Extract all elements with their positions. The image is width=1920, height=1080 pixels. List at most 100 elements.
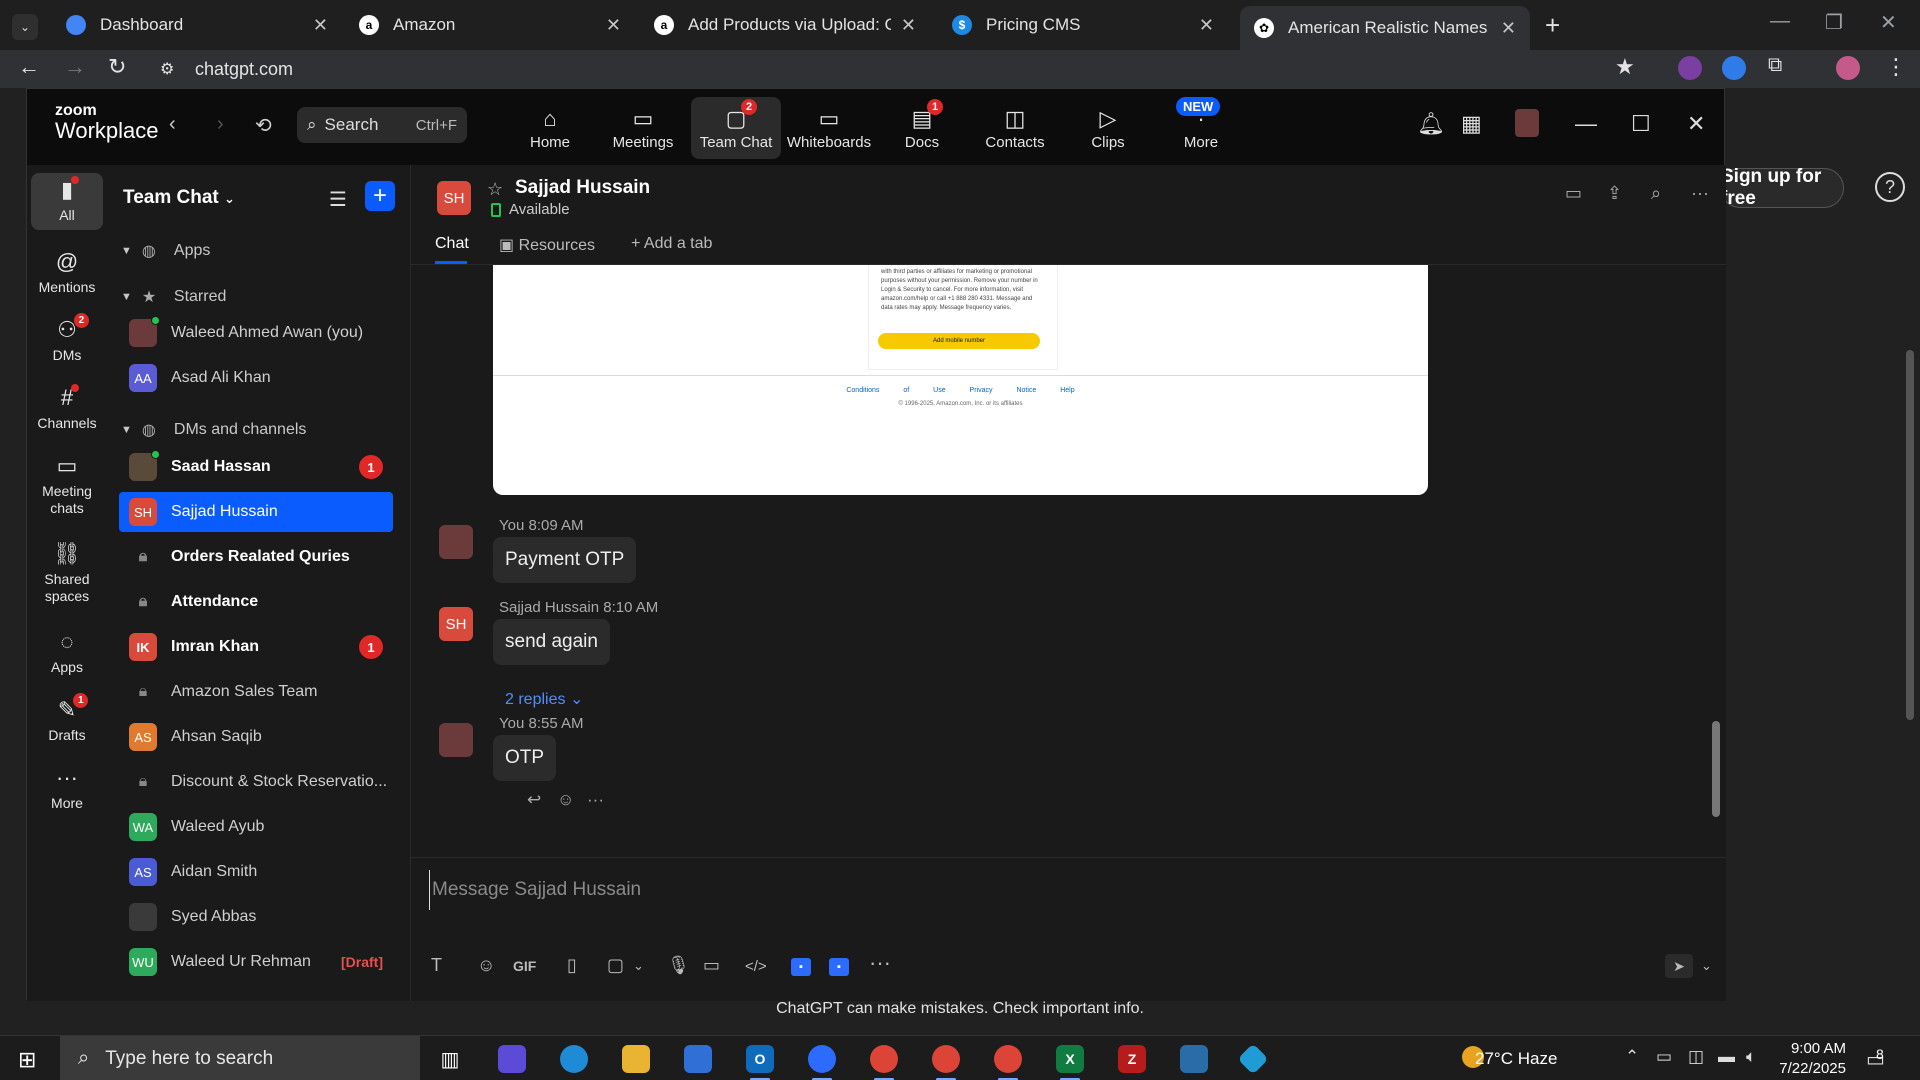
browser-tab-amazon[interactable]: a Amazon ✕ — [345, 6, 635, 44]
video-message-icon[interactable]: ▭ — [703, 955, 720, 976]
message-bubble[interactable]: Payment OTP — [493, 537, 637, 583]
extension-icon[interactable] — [1678, 56, 1702, 80]
puzzle-icon[interactable]: ⧉ — [1768, 54, 1782, 77]
new-tab-button[interactable]: + — [1545, 10, 1560, 41]
code-icon[interactable]: </> — [745, 958, 767, 975]
nav-meetings[interactable]: ▭ Meetings — [598, 97, 688, 159]
screen-share-icon[interactable]: ⇪ — [1607, 183, 1622, 204]
list-item[interactable]: WA Waleed Ayub — [119, 807, 393, 847]
close-icon[interactable]: ✕ — [606, 15, 621, 36]
minimize-icon[interactable]: — — [1770, 10, 1790, 33]
close-icon[interactable]: ✕ — [1687, 111, 1705, 137]
list-item[interactable]: WU Waleed Ur Rehman [Draft] — [119, 942, 393, 982]
avatar[interactable] — [439, 525, 473, 559]
tab-chat[interactable]: Chat — [435, 235, 469, 253]
zoom-search-button[interactable]: ⌕ Search Ctrl+F — [297, 107, 467, 143]
message-bubble[interactable]: send again — [493, 619, 610, 665]
browser-tab-dashboard[interactable]: Dashboard ✕ — [52, 6, 342, 44]
excel-app-icon[interactable]: X — [1056, 1045, 1084, 1080]
list-item[interactable]: 🔒︎ Orders Realated Quries — [119, 537, 393, 577]
list-item[interactable]: AS Ahsan Saqib — [119, 717, 393, 757]
rail-shared-spaces[interactable]: ⛓ Shared spaces — [31, 543, 103, 605]
file-icon[interactable]: ▯ — [567, 955, 577, 976]
outlook-app-icon[interactable]: O — [746, 1045, 774, 1080]
replies-link[interactable]: 2 replies ⌄ — [505, 689, 583, 709]
list-item[interactable]: Waleed Ahmed Awan (you) — [119, 313, 393, 353]
close-icon[interactable]: ✕ — [1501, 18, 1516, 39]
list-item[interactable]: 🔒︎ Discount & Stock Reservatio... — [119, 762, 393, 802]
list-item[interactable]: IK Imran Khan 1 — [119, 627, 393, 667]
search-icon[interactable]: ⌕ — [1651, 183, 1661, 204]
extension-icon[interactable] — [1722, 56, 1746, 80]
calendar-icon[interactable]: ▦ — [1461, 111, 1482, 137]
emoji-icon[interactable]: ☺ — [557, 790, 574, 810]
help-icon[interactable]: ? — [1875, 172, 1905, 202]
browser-tab-active[interactable]: ✿ American Realistic Names ✕ — [1240, 6, 1530, 50]
back-icon[interactable]: ‹ — [169, 113, 176, 136]
avatar[interactable]: SH — [439, 607, 473, 641]
rail-apps[interactable]: ◌ Apps — [31, 631, 103, 676]
filter-icon[interactable]: ☰ — [329, 187, 347, 212]
reload-icon[interactable]: ↻ — [108, 54, 126, 80]
minimize-icon[interactable]: — — [1575, 111, 1597, 137]
message-input[interactable] — [429, 870, 1429, 910]
store-app-icon[interactable] — [684, 1045, 712, 1073]
list-item[interactable]: Syed Abbas — [119, 897, 393, 937]
chrome-app-icon[interactable] — [994, 1045, 1022, 1080]
weather-text[interactable]: 27°C Haze — [1475, 1049, 1557, 1069]
contact-name[interactable]: Sajjad Hussain — [515, 177, 650, 199]
app-icon[interactable]: ▪ — [829, 958, 849, 976]
nav-home[interactable]: ⌂ Home — [505, 97, 595, 159]
rail-dms[interactable]: ⚇ 2 DMs — [31, 313, 103, 364]
bookmark-star-icon[interactable]: ★ — [1615, 54, 1635, 80]
page-scrollbar[interactable] — [1906, 350, 1914, 720]
microphone-icon[interactable]: 🎙︎ — [667, 955, 690, 976]
chrome-app-icon[interactable] — [870, 1045, 898, 1080]
nav-clips[interactable]: ▷ Clips — [1063, 97, 1153, 159]
reply-icon[interactable]: ↩ — [527, 790, 541, 810]
list-item[interactable]: AA Asad Ali Khan — [119, 358, 393, 398]
site-info-icon[interactable]: ⚙ — [160, 59, 174, 79]
camera-icon[interactable]: ◫ — [1688, 1047, 1704, 1067]
avatar[interactable] — [439, 723, 473, 757]
avatar[interactable]: SH — [437, 181, 471, 215]
forward-icon[interactable]: → — [64, 54, 86, 80]
chat-list-title[interactable]: Team Chat ⌄ — [123, 187, 235, 209]
tab-add[interactable]: + Add a tab — [631, 235, 712, 253]
edge-app-icon[interactable] — [560, 1045, 588, 1073]
rail-meeting-chats[interactable]: ▭ Meeting chats — [31, 455, 103, 517]
rail-more[interactable]: ··· More — [31, 767, 103, 812]
nav-whiteboards[interactable]: ▭ Whiteboards — [784, 97, 874, 159]
messages-scrollbar[interactable] — [1712, 721, 1720, 817]
close-window-icon[interactable]: ✕ — [1880, 10, 1897, 35]
zoom-app-icon[interactable] — [808, 1045, 836, 1080]
rail-channels[interactable]: # Channels — [31, 384, 103, 432]
screenshot-attachment[interactable]: from Amazon. Your mobile phone number wi… — [493, 265, 1428, 495]
screenshot-icon[interactable]: ▢ — [607, 955, 624, 976]
restore-icon[interactable]: ❐ — [1825, 10, 1843, 35]
app-icon[interactable]: ▪ — [791, 958, 811, 976]
volume-icon[interactable]: 🔈︎ — [1746, 1047, 1756, 1067]
app-icon[interactable] — [1237, 1043, 1269, 1075]
section-dms[interactable]: ▼ ◍ DMs and channels — [121, 420, 306, 440]
video-call-icon[interactable]: ▭ — [1565, 183, 1582, 204]
tab-search-button[interactable]: ⌄ — [12, 14, 38, 40]
filezilla-app-icon[interactable]: Z — [1118, 1045, 1146, 1073]
bell-icon[interactable]: 🔔︎ — [1417, 111, 1445, 137]
text-format-icon[interactable]: T — [431, 955, 442, 976]
list-item[interactable]: AS Aidan Smith — [119, 852, 393, 892]
compose-button[interactable]: + — [365, 181, 395, 211]
history-icon[interactable]: ⟲ — [255, 113, 272, 138]
chevron-up-icon[interactable]: ⌃ — [1625, 1047, 1639, 1067]
rail-drafts[interactable]: ✎ 1 Drafts — [31, 693, 103, 744]
maximize-icon[interactable]: ☐ — [1631, 111, 1651, 137]
address-bar[interactable]: chatgpt.com — [195, 59, 293, 80]
chrome-app-icon[interactable] — [932, 1045, 960, 1080]
close-icon[interactable]: ✕ — [901, 15, 916, 36]
network-icon[interactable]: ▭ — [1656, 1047, 1672, 1067]
rail-mentions[interactable]: @ Mentions — [31, 251, 103, 296]
browser-tab-add-products[interactable]: a Add Products via Upload: Chec ✕ — [640, 6, 930, 44]
system-clock[interactable]: 9:00 AM 7/22/2025 — [1760, 1039, 1846, 1079]
list-item[interactable]: Saad Hassan 1 — [119, 447, 393, 487]
chevron-down-icon[interactable]: ⌄ — [1701, 958, 1712, 974]
